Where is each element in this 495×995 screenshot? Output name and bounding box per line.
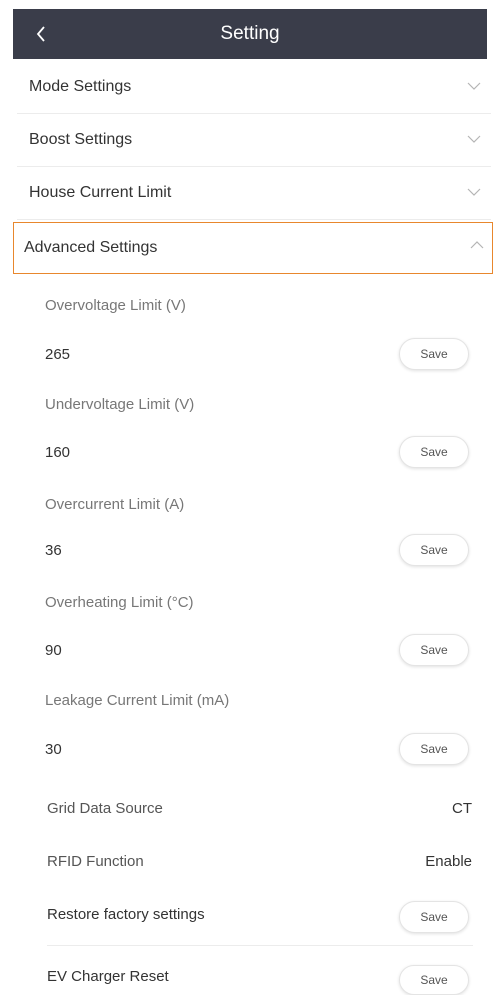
chevron-down-icon [467,135,481,143]
app-header: Setting [13,9,487,59]
undervoltage-limit-label: Undervoltage Limit (V) [45,396,195,413]
overcurrent-limit-label: Overcurrent Limit (A) [45,496,185,513]
overvoltage-limit-label: Overvoltage Limit (V) [45,297,186,314]
divider [47,945,473,946]
chevron-down-icon [467,188,481,196]
overcurrent-limit-value[interactable]: 36 [45,542,62,559]
page-title: Setting [220,23,280,44]
ev-charger-reset-label: EV Charger Reset [47,968,169,985]
restore-factory-save-button[interactable]: Save [399,901,469,933]
leakage-current-limit-value[interactable]: 30 [45,741,62,758]
section-label: Boost Settings [29,131,133,148]
overheating-limit-label: Overheating Limit (°C) [45,594,194,611]
section-label: Advanced Settings [24,239,158,256]
chevron-up-icon [470,241,484,249]
overheating-limit-value[interactable]: 90 [45,642,62,659]
grid-data-source-label: Grid Data Source [47,800,163,817]
section-advanced-settings[interactable]: Advanced Settings [13,222,493,274]
grid-data-source-value[interactable]: CT [452,800,472,817]
section-mode-settings[interactable]: Mode Settings [17,61,491,114]
rfid-function-label: RFID Function [47,853,144,870]
rfid-function-value[interactable]: Enable [425,853,472,870]
ev-charger-reset-save-button[interactable]: Save [399,965,469,995]
section-label: Mode Settings [29,78,132,95]
restore-factory-label: Restore factory settings [47,906,205,923]
overheating-save-button[interactable]: Save [399,634,469,666]
overcurrent-save-button[interactable]: Save [399,534,469,566]
undervoltage-limit-value[interactable]: 160 [45,444,70,461]
undervoltage-save-button[interactable]: Save [399,436,469,468]
overvoltage-save-button[interactable]: Save [399,338,469,370]
chevron-down-icon [467,82,481,90]
section-boost-settings[interactable]: Boost Settings [17,114,491,167]
section-house-current-limit[interactable]: House Current Limit [17,167,491,220]
overvoltage-limit-value[interactable]: 265 [45,346,70,363]
leakage-save-button[interactable]: Save [399,733,469,765]
section-label: House Current Limit [29,184,172,201]
leakage-current-limit-label: Leakage Current Limit (mA) [45,692,230,709]
